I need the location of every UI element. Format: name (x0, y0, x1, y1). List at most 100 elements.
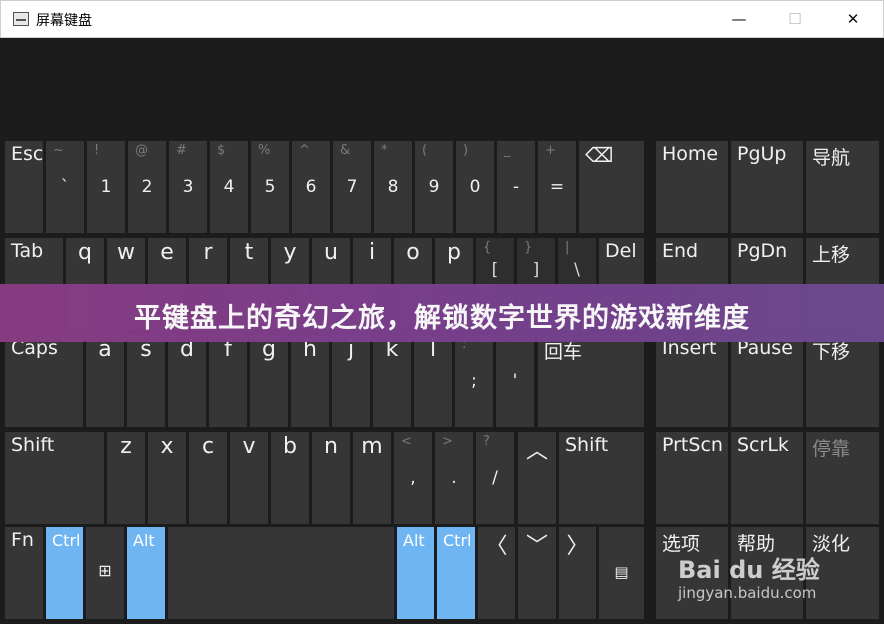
key-c[interactable]: c (189, 432, 227, 524)
symbol-key-;[interactable]: :; (455, 335, 493, 427)
key-10[interactable]: ) 0 (456, 141, 494, 233)
key-x[interactable]: x (148, 432, 186, 524)
close-button[interactable]: ✕ (830, 1, 876, 38)
fn-key[interactable]: Fn (5, 527, 43, 619)
shift-symbol: ~ (53, 143, 64, 158)
shift-symbol: & (340, 143, 351, 158)
key-label: , (410, 468, 416, 488)
key-label: 5 (264, 177, 276, 197)
ctrl-left-label: Ctrl (52, 531, 81, 550)
key-6[interactable]: ^ 6 (292, 141, 330, 233)
menu-key[interactable]: ▤ (599, 527, 644, 619)
esc-key[interactable]: Esc (5, 141, 43, 233)
enter-key[interactable]: 回车 (538, 335, 644, 427)
key-s[interactable]: s (127, 335, 165, 427)
key-f[interactable]: f (209, 335, 247, 427)
arrow-left-icon: 〈 (485, 534, 508, 559)
symbol-key-0[interactable]: <, (394, 432, 432, 524)
nav-key-label: PrtScn (662, 434, 723, 456)
maximize-button[interactable]: ☐ (772, 1, 818, 38)
shift-symbol: % (258, 143, 271, 158)
key-8[interactable]: * 8 (374, 141, 412, 233)
menu-icon: ▤ (614, 563, 629, 581)
key-label: b (283, 434, 297, 459)
key-j[interactable]: j (332, 335, 370, 427)
windows-key[interactable]: ⊞ (86, 527, 124, 619)
watermark-url: jingyan.baidu.com (678, 584, 817, 602)
key-5[interactable]: % 5 (251, 141, 289, 233)
key-4[interactable]: $4 (210, 141, 248, 233)
key-z[interactable]: z (107, 432, 145, 524)
key-3[interactable]: #3 (169, 141, 207, 233)
key-9[interactable]: (9 (415, 141, 453, 233)
nav-key-2-1[interactable]: Pause (731, 335, 803, 427)
key-2[interactable]: @2 (128, 141, 166, 233)
del-label: Del (605, 240, 637, 262)
esc-label: Esc (11, 143, 43, 165)
nav-key-label: 上移 (812, 244, 851, 266)
key-12[interactable]: + = (538, 141, 576, 233)
key-g[interactable]: g (250, 335, 288, 427)
nav-key-3-1[interactable]: ScrLk (731, 432, 803, 524)
minimize-button[interactable]: — (716, 1, 762, 38)
key-label: i (368, 240, 376, 265)
symbol-key-1[interactable]: >. (435, 432, 473, 524)
nav-key-3-0[interactable]: PrtScn (656, 432, 728, 524)
nav-key-0-1[interactable]: PgUp (731, 141, 803, 233)
key-v[interactable]: v (230, 432, 268, 524)
key-11[interactable]: _ - (497, 141, 535, 233)
nav-key-2-0[interactable]: Insert (656, 335, 728, 427)
key-m[interactable]: m (353, 432, 391, 524)
key-7[interactable]: & 7 (333, 141, 371, 233)
key-label: [ (491, 260, 499, 280)
shift-symbol: # (176, 143, 187, 158)
key-0[interactable]: ~ ` (46, 141, 84, 233)
alt-left-key[interactable]: Alt (127, 527, 165, 619)
key-label: x (160, 434, 174, 459)
key-a[interactable]: a (86, 335, 124, 427)
key-k[interactable]: k (373, 335, 411, 427)
key-label: 0 (469, 177, 481, 197)
nav-key-label: 导航 (812, 147, 851, 169)
nav-key-0-0[interactable]: Home (656, 141, 728, 233)
key-label: c (201, 434, 215, 459)
key-label: ; (471, 371, 477, 391)
nav-key-3-2[interactable]: 停靠 (806, 432, 879, 524)
arrow-right-key[interactable]: 〉 (559, 527, 596, 619)
key-d[interactable]: d (168, 335, 206, 427)
key-1[interactable]: ! 1 (87, 141, 125, 233)
shift-symbol: + (545, 143, 556, 158)
ctrl-right-key[interactable]: Ctrl (437, 527, 475, 619)
shift-symbol: ! (94, 143, 100, 158)
alt-right-key[interactable]: Alt (397, 527, 434, 619)
shift-left-key[interactable]: Shift (5, 432, 104, 524)
nav-key-2-2[interactable]: 下移 (806, 335, 879, 427)
watermark: Bai du 经验 jingyan.baidu.com (676, 550, 866, 610)
shift-right-key[interactable]: Shift (559, 432, 644, 524)
key-h[interactable]: h (291, 335, 329, 427)
arrow-down-key[interactable]: ﹀ (518, 527, 556, 619)
nav-key-label: PgUp (737, 143, 787, 165)
window-title: 屏幕键盘 (36, 13, 92, 29)
space-key[interactable] (168, 527, 394, 619)
key-n[interactable]: n (312, 432, 350, 524)
arrow-up-key[interactable]: ︿ (518, 432, 556, 524)
symbol-key-'[interactable]: " ' (496, 335, 534, 427)
arrow-left-key[interactable]: 〈 (478, 527, 515, 619)
key-label: p (447, 240, 461, 265)
caps-key[interactable]: Caps (5, 335, 83, 427)
symbol-key-2[interactable]: ? / (476, 432, 514, 524)
backspace-key[interactable]: ⌫ (579, 141, 644, 233)
key-label: z (120, 434, 132, 459)
nav-key-0-2[interactable]: 导航 (806, 141, 879, 233)
shift-symbol: | (565, 240, 570, 255)
key-l[interactable]: l (414, 335, 452, 427)
ctrl-left-key[interactable]: Ctrl (46, 527, 83, 619)
key-label: . (451, 468, 457, 488)
key-label: / (492, 468, 498, 488)
key-b[interactable]: b (271, 432, 309, 524)
key-label: e (160, 240, 174, 265)
key-label: 3 (182, 177, 194, 197)
overlay-banner: 平键盘上的奇幻之旅，解锁数字世界的游戏新维度 (0, 284, 884, 342)
key-label: q (78, 240, 92, 265)
